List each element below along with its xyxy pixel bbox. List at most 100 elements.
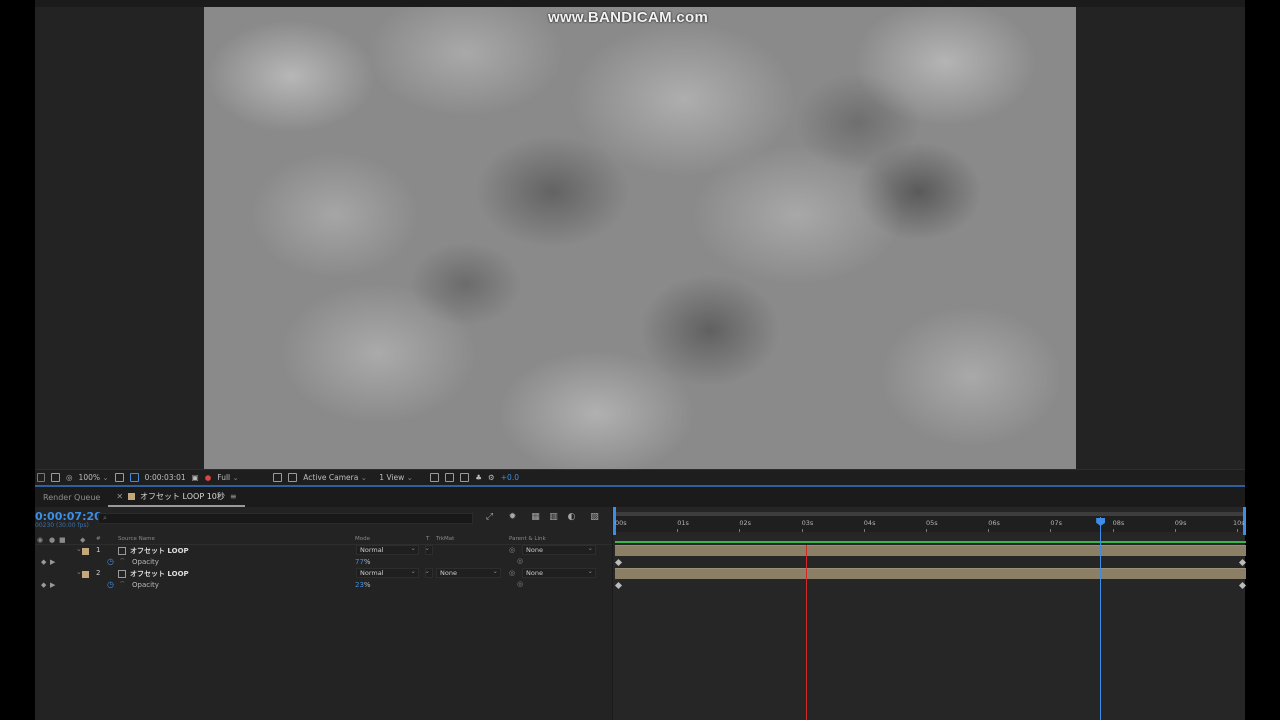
keyframe[interactable] <box>1238 558 1247 567</box>
keyframe[interactable] <box>614 558 623 567</box>
region-of-interest-icon[interactable] <box>273 473 283 482</box>
track-matte-select[interactable]: None <box>436 567 501 578</box>
blend-mode-select[interactable]: Normal <box>356 544 419 555</box>
ruler-tick-label: 07s <box>1050 519 1063 527</box>
property-value-number[interactable]: 23 <box>355 581 364 589</box>
composition-icon <box>118 547 126 555</box>
frame-blending-icon[interactable]: ▥ <box>548 512 559 523</box>
camera-select[interactable]: Active Camera <box>303 473 373 482</box>
layer-column-header: ◉ ● ■ ◆ # Source Name Mode T TrkMat Pare… <box>35 533 612 545</box>
keyframe[interactable] <box>614 581 623 590</box>
ruler-tick-label: 02s <box>739 519 752 527</box>
property-value-number[interactable]: 77 <box>355 558 364 566</box>
layer-duration-bar[interactable] <box>615 568 1246 579</box>
graph-editor-icon[interactable]: ▨ <box>589 512 600 523</box>
resolution-select[interactable]: Full <box>217 473 267 482</box>
mask-visibility-icon[interactable] <box>129 473 139 482</box>
layer-label-swatch[interactable] <box>82 571 89 578</box>
ruler-tick-mark <box>863 529 865 532</box>
solo-icon[interactable]: ● <box>49 536 55 544</box>
preserve-transparency-box[interactable] <box>425 567 433 578</box>
ruler-tick-label: 05s <box>926 519 938 527</box>
col-source-name[interactable]: Source Name <box>118 536 155 542</box>
graph-icon[interactable]: ⌔ <box>119 557 126 566</box>
work-area-bar[interactable] <box>615 512 1244 516</box>
zoom-select[interactable]: 100% <box>79 473 109 482</box>
view-layout-select[interactable]: 1 View <box>379 473 424 482</box>
toggle-pixel-aspect-icon[interactable] <box>430 473 440 482</box>
label-tag-icon[interactable]: ◆ <box>80 536 85 544</box>
exposure-value[interactable]: +0.0 <box>501 473 519 482</box>
flowchart-icon[interactable]: ♣ <box>475 473 482 482</box>
vr-goggles-icon[interactable]: ◎ <box>66 473 73 482</box>
ruler-tick-label: 06s <box>988 519 1000 527</box>
top-panel-strip <box>35 0 1245 7</box>
show-channel-icon[interactable]: ● <box>205 473 212 482</box>
close-icon[interactable]: ✕ <box>116 492 123 501</box>
viewer-toolbar: ◎ 100% 0:00:03:01 ▣ ● Full Active Camera… <box>35 469 1245 485</box>
cache-bar <box>615 541 1246 543</box>
col-parent[interactable]: Parent & Link <box>509 536 546 542</box>
twirl-down-icon[interactable]: ⌄ <box>76 568 82 576</box>
timeline-layer-panel: 0:00:07:20 00230 (30.00 fps) ⌕ ⤢ ✹ ▦ ▥ ◐… <box>35 507 612 720</box>
current-time-display[interactable]: 0:00:03:01 <box>145 473 186 482</box>
parent-select[interactable]: None <box>522 567 596 578</box>
stopwatch-icon[interactable]: ◷ <box>107 580 114 589</box>
parent-pickwhip-icon[interactable]: ◎ <box>509 546 515 554</box>
property-row: ◷ ⌔ Opacity 77% ◎ <box>35 557 612 568</box>
keyframe[interactable] <box>1238 581 1247 590</box>
ruler-tick-mark <box>1237 529 1238 532</box>
snapshot-icon[interactable]: ▣ <box>192 473 199 482</box>
property-value[interactable]: 23% <box>355 581 371 589</box>
ruler-tick-mark <box>615 529 616 532</box>
composition-icon <box>118 570 126 578</box>
col-trkmat[interactable]: TrkMat <box>436 536 454 542</box>
tab-composition[interactable]: ✕ オフセット LOOP 10秒 ≡ <box>108 487 245 507</box>
parent-select[interactable]: None <box>522 544 596 555</box>
keyframe-diamond-icon[interactable]: ◆ <box>41 558 46 566</box>
fast-previews-icon[interactable] <box>445 473 455 482</box>
ruler-tick-label: 00s <box>615 519 627 527</box>
panel-menu-icon[interactable]: ≡ <box>230 492 237 501</box>
transparency-grid-icon[interactable] <box>288 473 298 482</box>
keyframe-diamond-icon[interactable]: ◆ <box>41 581 46 589</box>
reset-exposure-icon[interactable]: ⚙ <box>488 473 495 482</box>
property-row: ◷ ⌔ Opacity 23% ◎ <box>35 580 612 591</box>
layer-label-swatch[interactable] <box>82 548 89 555</box>
expression-pickwhip-icon[interactable]: ◎ <box>517 580 523 588</box>
safe-margins-icon[interactable] <box>114 473 124 482</box>
composition-viewer[interactable] <box>204 7 1076 469</box>
shy-layers-icon[interactable]: ▦ <box>530 512 541 523</box>
motion-blur-icon[interactable]: ◐ <box>566 512 577 523</box>
expression-pickwhip-icon[interactable]: ◎ <box>517 557 523 565</box>
layer-duration-bar[interactable] <box>615 545 1246 556</box>
tab-render-queue[interactable]: Render Queue <box>35 487 108 507</box>
blend-mode-select[interactable]: Normal <box>356 567 419 578</box>
ruler-tick-mark <box>926 529 927 532</box>
stopwatch-icon[interactable]: ◷ <box>107 557 114 566</box>
timeline-graph-area[interactable]: 00s 01s 02s 03s 04s 05s 06s 07s 08s 09s 10s <box>612 507 1247 720</box>
next-keyframe-icon[interactable]: ▶ <box>50 581 55 589</box>
always-preview-icon[interactable] <box>37 473 45 482</box>
twirl-down-icon[interactable]: ⌄ <box>76 545 82 553</box>
layer-number: 1 <box>96 546 101 554</box>
layer-row[interactable]: ⌄ 2 オフセット LOOP Normal None ◎ None <box>35 567 612 580</box>
draft-3d-icon[interactable]: ✹ <box>507 512 518 523</box>
layer-name[interactable]: オフセット LOOP <box>130 569 189 579</box>
layer-row[interactable]: ⌄ 1 オフセット LOOP Normal ◎ None <box>35 544 612 557</box>
layer-search-input[interactable]: ⌕ <box>98 513 473 524</box>
graph-icon[interactable]: ⌔ <box>119 580 126 589</box>
preserve-transparency-box[interactable] <box>425 544 433 555</box>
timeline-icon[interactable] <box>460 473 470 482</box>
property-value[interactable]: 77% <box>355 558 371 566</box>
comp-mini-flowchart-icon[interactable]: ⤢ <box>484 512 495 523</box>
audio-video-icon[interactable]: ◉ <box>37 536 43 544</box>
layer-number: 2 <box>96 569 101 577</box>
monitor-icon[interactable] <box>51 473 60 482</box>
next-keyframe-icon[interactable]: ▶ <box>50 558 55 566</box>
layer-name[interactable]: オフセット LOOP <box>130 546 189 556</box>
parent-pickwhip-icon[interactable]: ◎ <box>509 569 515 577</box>
col-mode[interactable]: Mode <box>355 536 370 542</box>
lock-icon[interactable]: ■ <box>59 536 66 544</box>
current-time-indicator[interactable] <box>1100 517 1102 720</box>
